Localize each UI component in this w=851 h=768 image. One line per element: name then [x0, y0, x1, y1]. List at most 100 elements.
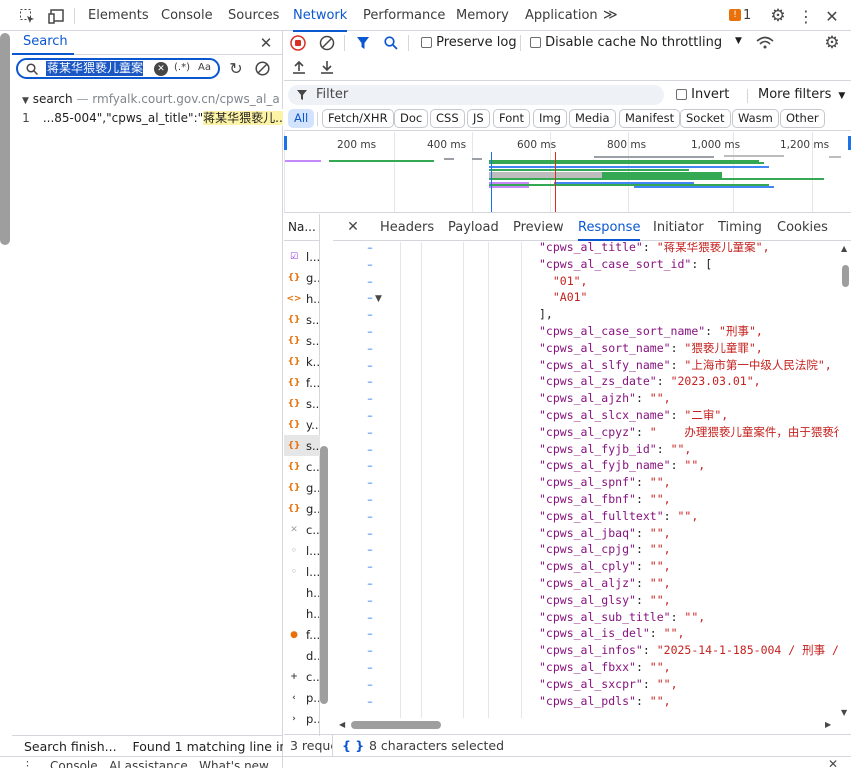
- request-row[interactable]: {} f...: [284, 372, 320, 393]
- search-result-file[interactable]: ▼ search — rmfyalk.court.gov.cn/cpws_al_…: [22, 92, 280, 108]
- search-input-box[interactable]: 蒋某华猥亵儿童案 ✕ (.*) Aa: [16, 58, 220, 79]
- search-query-text[interactable]: 蒋某华猥亵儿童案: [46, 61, 143, 76]
- request-row[interactable]: {} k...: [284, 351, 320, 372]
- clear-log-icon[interactable]: [318, 34, 336, 52]
- chip-doc[interactable]: Doc: [394, 109, 429, 128]
- search-network-icon[interactable]: [382, 34, 400, 52]
- timeline-left-handle[interactable]: [284, 136, 287, 150]
- request-row[interactable]: {} s...: [284, 330, 320, 351]
- inspect-element-icon[interactable]: [18, 7, 36, 25]
- request-row[interactable]: <> h...: [284, 288, 320, 309]
- request-row[interactable]: ◦ l...: [284, 540, 320, 561]
- chip-socket[interactable]: Socket: [680, 109, 731, 128]
- request-row[interactable]: {} g...: [284, 477, 320, 498]
- match-case-toggle[interactable]: Aa: [198, 62, 211, 73]
- request-row[interactable]: ◦ l...: [284, 561, 320, 582]
- tab-preview[interactable]: Preview: [513, 214, 564, 241]
- close-drawer-icon[interactable]: ✕: [828, 757, 838, 768]
- search-result-line[interactable]: 1 ...85-004","cpws_al_title":"蒋某华猥亵儿...: [13, 109, 283, 126]
- timeline-overview[interactable]: 200 ms 400 ms 600 ms 800 ms 1,000 ms 1,2…: [284, 132, 851, 213]
- tab-network[interactable]: Network: [293, 0, 348, 32]
- request-row[interactable]: {} y...: [284, 414, 320, 435]
- tab-search[interactable]: Search: [12, 31, 74, 55]
- request-row[interactable]: {} s...: [284, 435, 320, 456]
- tab-application[interactable]: Application: [525, 0, 598, 31]
- tab-payload[interactable]: Payload: [448, 214, 499, 241]
- request-row[interactable]: › p...: [284, 708, 320, 729]
- scroll-left-arrow-icon[interactable]: ◀: [339, 720, 345, 729]
- tab-elements[interactable]: Elements: [88, 0, 149, 31]
- chip-all[interactable]: All: [288, 109, 315, 128]
- request-row[interactable]: {} s...: [284, 393, 320, 414]
- device-toolbar-icon[interactable]: [48, 7, 66, 25]
- request-list-scrollbar[interactable]: [320, 446, 328, 704]
- clear-results-icon[interactable]: [253, 59, 271, 77]
- tab-headers[interactable]: Headers: [380, 214, 434, 241]
- preserve-log-checkbox[interactable]: Preserve log: [421, 35, 517, 50]
- more-filters-dropdown[interactable]: More filters ▼: [758, 87, 845, 102]
- tab-performance[interactable]: Performance: [363, 0, 445, 31]
- drawer-menu-icon[interactable]: ⋮: [22, 759, 33, 768]
- request-row[interactable]: ☑ l...: [284, 246, 320, 267]
- response-scrollbar-h[interactable]: ◀ ▶: [333, 718, 839, 732]
- chip-manifest[interactable]: Manifest: [619, 109, 681, 128]
- chip-css[interactable]: CSS: [430, 109, 465, 128]
- tab-console[interactable]: Console: [161, 0, 213, 31]
- chip-fetch-xhr[interactable]: Fetch/XHR: [322, 109, 394, 128]
- name-column-header[interactable]: Na...: [284, 214, 320, 241]
- more-tabs-icon[interactable]: ≫: [603, 0, 618, 31]
- request-row[interactable]: ● f...: [284, 624, 320, 645]
- drawer-tabs-label[interactable]: Console AI assistance What's new: [50, 759, 269, 768]
- issues-count[interactable]: 1: [743, 8, 751, 23]
- scroll-down-arrow-icon[interactable]: ▼: [841, 708, 847, 717]
- request-row[interactable]: ‹ p...: [284, 687, 320, 708]
- chip-wasm[interactable]: Wasm: [732, 109, 779, 128]
- scrollbar-left[interactable]: [0, 33, 10, 245]
- tab-response[interactable]: Response: [578, 214, 641, 241]
- request-row[interactable]: {} g...: [284, 267, 320, 288]
- refresh-icon[interactable]: ↻: [227, 59, 245, 78]
- filter-input[interactable]: Filter: [288, 85, 664, 105]
- invert-checkbox[interactable]: Invert: [676, 87, 729, 102]
- response-scrollbar-v[interactable]: [842, 265, 849, 287]
- chip-media[interactable]: Media: [569, 109, 616, 128]
- request-row[interactable]: ✕ c...: [284, 519, 320, 540]
- request-row[interactable]: h...: [284, 582, 320, 603]
- more-options-icon[interactable]: ⋮: [796, 6, 816, 26]
- tab-cookies[interactable]: Cookies: [777, 214, 828, 241]
- tab-timing[interactable]: Timing: [718, 214, 762, 241]
- response-code-area[interactable]: ▼ – "cpws_al_title": "蒋某华猥亵儿童案", – "cpws_al…: [333, 242, 839, 718]
- issues-icon[interactable]: !: [728, 8, 742, 22]
- chip-other[interactable]: Other: [780, 109, 825, 128]
- request-row[interactable]: {} s...: [284, 309, 320, 330]
- scroll-right-arrow-icon[interactable]: ▶: [825, 720, 831, 729]
- clear-search-icon[interactable]: ✕: [154, 62, 168, 76]
- record-stop-icon[interactable]: [290, 34, 306, 52]
- disable-cache-checkbox[interactable]: Disable cache: [530, 35, 636, 50]
- request-row[interactable]: {} g...: [284, 498, 320, 519]
- close-devtools-icon[interactable]: ✕: [822, 6, 842, 26]
- fold-arrow-icon[interactable]: ▼: [375, 294, 382, 304]
- scroll-up-arrow-icon[interactable]: ▲: [841, 244, 847, 253]
- tab-initiator[interactable]: Initiator: [653, 214, 704, 241]
- export-har-icon[interactable]: [318, 58, 336, 76]
- network-settings-icon[interactable]: ⚙: [822, 33, 842, 53]
- close-search-icon[interactable]: ✕: [256, 33, 276, 53]
- close-detail-icon[interactable]: ✕: [345, 219, 361, 235]
- filter-funnel-icon[interactable]: [355, 34, 371, 52]
- chip-font[interactable]: Font: [493, 109, 531, 128]
- settings-gear-icon[interactable]: ⚙: [768, 6, 788, 26]
- throttling-select[interactable]: No throttling ▼: [640, 35, 746, 50]
- chip-js[interactable]: JS: [467, 109, 490, 128]
- request-row[interactable]: {} c...: [284, 456, 320, 477]
- tab-sources[interactable]: Sources: [228, 0, 279, 31]
- chip-img[interactable]: Img: [533, 109, 567, 128]
- request-row[interactable]: d...: [284, 645, 320, 666]
- import-har-icon[interactable]: [290, 58, 308, 76]
- pretty-print-icon[interactable]: { }: [342, 735, 364, 756]
- network-conditions-icon[interactable]: [754, 34, 776, 52]
- request-row[interactable]: h...: [284, 603, 320, 624]
- request-row[interactable]: + c...: [284, 666, 320, 687]
- regex-toggle[interactable]: (.*): [174, 62, 190, 73]
- tab-memory[interactable]: Memory: [456, 0, 509, 31]
